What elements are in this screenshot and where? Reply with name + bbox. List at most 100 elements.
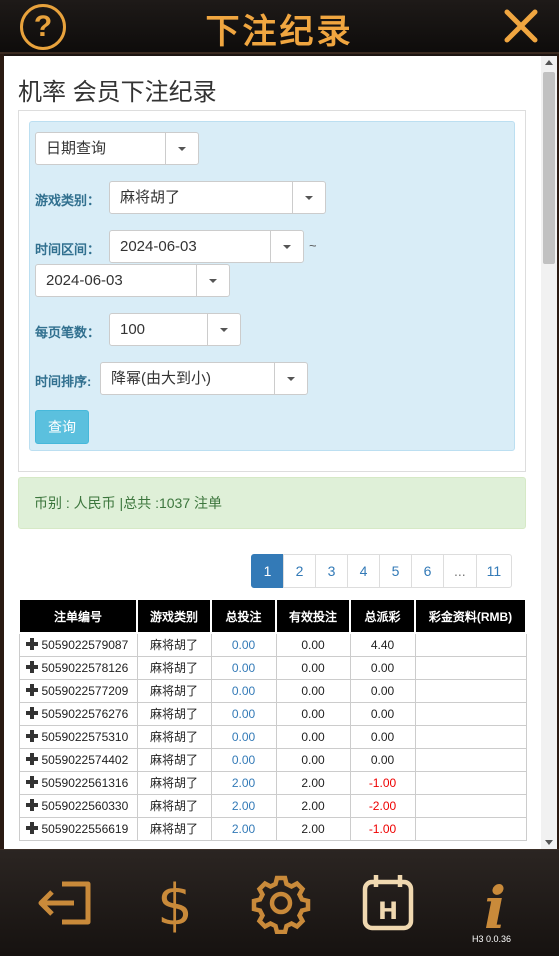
page-link-3[interactable]: 3 [315, 554, 348, 588]
select-divider [270, 231, 271, 262]
cell-game-type: 麻将胡了 [136, 678, 212, 703]
cell-valid-bet: 2.00 [275, 770, 351, 795]
table-row[interactable]: 5059022556619 麻将胡了 2.00 2.00 -1.00 [18, 816, 527, 841]
select-divider [165, 133, 166, 164]
table-row[interactable]: 5059022579087 麻将胡了 0.00 0.00 4.40 [18, 632, 527, 657]
bet-id-text: 5059022574402 [41, 752, 129, 767]
game-type-label: 游戏类别： [35, 193, 101, 208]
cell-bet-id: 5059022575310 [18, 724, 138, 749]
page-ellipsis: ... [443, 554, 477, 588]
cell-payout: 0.00 [349, 655, 416, 680]
bet-id-text: 5059022576276 [41, 706, 129, 721]
cell-total-bet: 2.00 [210, 793, 277, 818]
table-row[interactable]: 5059022560330 麻将胡了 2.00 2.00 -2.00 [18, 793, 527, 818]
scrollbar[interactable] [541, 56, 557, 849]
bet-id-text: 5059022579087 [41, 637, 129, 652]
game-type-select[interactable]: 麻将胡了 [109, 181, 326, 214]
table-row[interactable]: 5059022578126 麻将胡了 0.00 0.00 0.00 [18, 655, 527, 680]
page-link-1[interactable]: 1 [251, 554, 284, 588]
date-from-value: 2024-06-03 [120, 238, 197, 255]
table-row[interactable]: 5059022575310 麻将胡了 0.00 0.00 0.00 [18, 724, 527, 749]
per-page-select[interactable]: 100 [109, 313, 241, 346]
expand-plus-icon[interactable] [25, 706, 38, 719]
query-type-value: 日期查询 [46, 140, 107, 157]
page-title: 机率 会员下注纪录 [18, 79, 217, 106]
table-row[interactable]: 5059022576276 麻将胡了 0.00 0.00 0.00 [18, 701, 527, 726]
page-link-4[interactable]: 4 [347, 554, 380, 588]
chevron-down-icon [305, 196, 313, 200]
cell-jackpot [414, 655, 527, 680]
cell-valid-bet: 0.00 [275, 678, 351, 703]
header-title: 下注纪录 [205, 13, 354, 51]
svg-text:$: $ [157, 873, 193, 934]
expand-plus-icon[interactable] [25, 821, 38, 834]
page-link-2[interactable]: 2 [283, 554, 316, 588]
scroll-up-icon[interactable] [545, 60, 553, 65]
page-link-6[interactable]: 6 [411, 554, 444, 588]
query-button[interactable]: 查询 [35, 410, 89, 444]
date-to-select[interactable]: 2024-06-03 [35, 264, 230, 297]
scroll-down-icon[interactable] [545, 840, 553, 845]
info-icon[interactable]: i [462, 872, 528, 934]
expand-plus-icon[interactable] [25, 683, 38, 696]
gear-icon[interactable] [248, 872, 314, 934]
cell-bet-id: 5059022578126 [18, 655, 138, 680]
cell-bet-id: 5059022560330 [18, 793, 138, 818]
page-link-11[interactable]: 11 [475, 554, 513, 588]
table-row[interactable]: 5059022561316 麻将胡了 2.00 2.00 -1.00 [18, 770, 527, 795]
cell-jackpot [414, 632, 527, 657]
table-row[interactable]: 5059022574402 麻将胡了 0.00 0.00 0.00 [18, 747, 527, 772]
expand-plus-icon[interactable] [25, 660, 38, 673]
select-divider [274, 363, 275, 394]
column-header-payout: 总派彩 [349, 598, 416, 634]
cell-total-bet: 0.00 [210, 724, 277, 749]
select-divider [292, 182, 293, 213]
page-link-5[interactable]: 5 [379, 554, 412, 588]
sort-select[interactable]: 降幂(由大到小) [100, 362, 308, 395]
cell-total-bet: 0.00 [210, 678, 277, 703]
bet-id-text: 5059022561316 [41, 775, 129, 790]
expand-plus-icon[interactable] [25, 775, 38, 788]
column-header-bet-id: 注单编号 [18, 598, 138, 634]
svg-text:H: H [378, 897, 398, 925]
bet-id-text: 5059022577209 [41, 683, 129, 698]
chevron-down-icon [220, 328, 228, 332]
chevron-down-icon [209, 279, 217, 283]
cell-total-bet: 0.00 [210, 632, 277, 657]
close-icon[interactable] [501, 6, 541, 46]
cell-valid-bet: 0.00 [275, 632, 351, 657]
column-header-total-bet: 总投注 [210, 598, 277, 634]
chevron-down-icon [178, 147, 186, 151]
table-body: 5059022579087 麻将胡了 0.00 0.00 4.40 50590225781… [18, 632, 527, 841]
svg-text:i: i [484, 874, 506, 934]
cell-jackpot [414, 816, 527, 841]
cell-game-type: 麻将胡了 [136, 655, 212, 680]
cell-valid-bet: 2.00 [275, 816, 351, 841]
summary-alert: 币别 : 人民币 |总共 :1037 注单 [18, 477, 526, 529]
cell-total-bet: 0.00 [210, 655, 277, 680]
table-row[interactable]: 5059022577209 麻将胡了 0.00 0.00 0.00 [18, 678, 527, 703]
cell-bet-id: 5059022574402 [18, 747, 138, 772]
date-from-select[interactable]: 2024-06-03 [109, 230, 304, 263]
search-form: 日期查询 游戏类别： 麻将胡了 时间区间： 2024-06-03 ~ 2024-… [29, 121, 515, 451]
cell-bet-id: 5059022556619 [18, 816, 138, 841]
cell-bet-id: 5059022579087 [18, 632, 138, 657]
cell-game-type: 麻将胡了 [136, 747, 212, 772]
cell-payout: -1.00 [349, 816, 416, 841]
dollar-icon[interactable]: $ [142, 872, 208, 934]
cell-payout: 4.40 [349, 632, 416, 657]
cell-payout: 0.00 [349, 701, 416, 726]
logout-icon[interactable] [32, 872, 98, 934]
expand-plus-icon[interactable] [25, 752, 38, 765]
history-icon[interactable]: H [355, 872, 421, 934]
query-type-select[interactable]: 日期查询 [35, 132, 199, 165]
expand-plus-icon[interactable] [25, 798, 38, 811]
cell-jackpot [414, 793, 527, 818]
expand-plus-icon[interactable] [25, 729, 38, 742]
expand-plus-icon[interactable] [25, 637, 38, 650]
bet-id-text: 5059022556619 [41, 821, 129, 836]
cell-total-bet: 0.00 [210, 747, 277, 772]
column-header-game-type: 游戏类别 [136, 598, 212, 634]
scroll-thumb[interactable] [543, 72, 555, 264]
content-panel: 机率 会员下注纪录 日期查询 游戏类别： 麻将胡了 时间区间： 2024-06-… [4, 56, 541, 849]
